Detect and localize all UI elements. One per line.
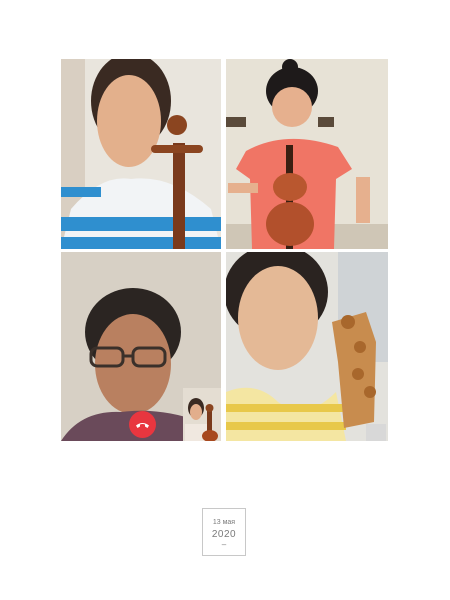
post-date-box: 13 мая 2020 – — [202, 508, 246, 556]
video-tile-participant-2[interactable] — [226, 59, 388, 249]
participant-2-video — [226, 59, 388, 249]
date-separator: – — [221, 540, 227, 549]
date-day-month: 13 мая — [212, 519, 236, 526]
end-call-button[interactable] — [129, 411, 156, 438]
video-tile-participant-1[interactable] — [61, 59, 221, 249]
participant-4-video — [226, 252, 388, 441]
video-tile-participant-4[interactable] — [226, 252, 388, 441]
participant-1-video — [61, 59, 221, 249]
self-view-video — [183, 388, 221, 441]
phone-hangup-icon — [136, 422, 149, 428]
self-view-thumbnail[interactable] — [183, 388, 221, 441]
